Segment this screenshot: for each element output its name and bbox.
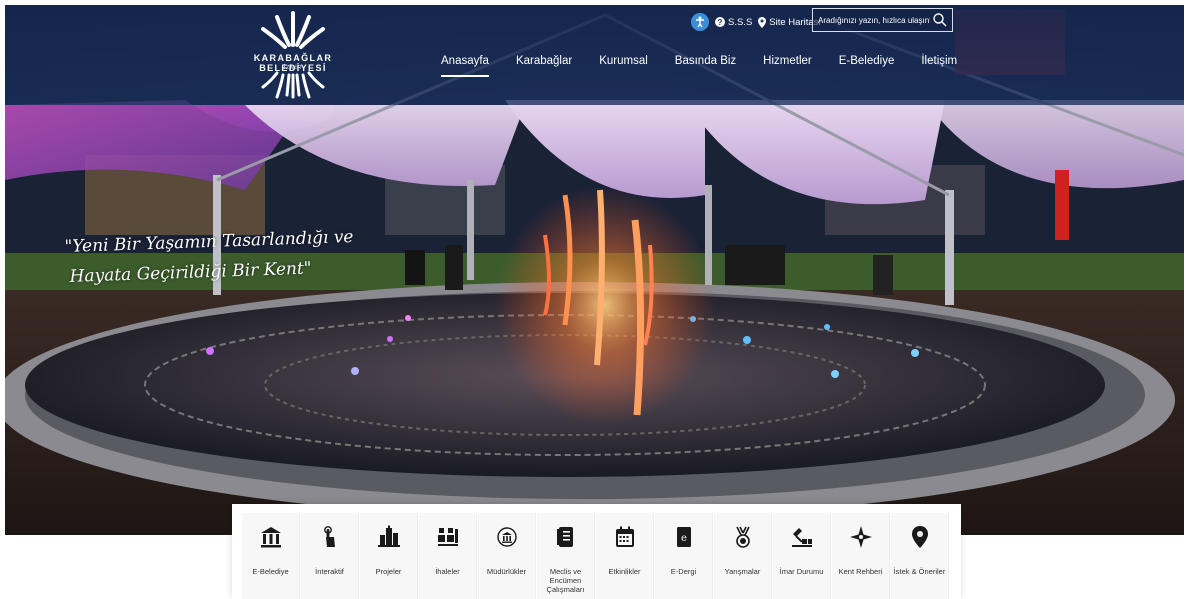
nav-item-e-belediye[interactable]: E-Belediye [839,51,895,77]
quick-link-etkinlikler[interactable]: Etkinlikler [596,513,654,599]
people-icon [437,528,458,546]
nav-item-hizmetler[interactable]: Hizmetler [763,51,812,77]
quick-link-label: Etkinlikler [608,567,641,576]
quick-link-projeler[interactable]: Projeler [360,513,418,599]
svg-text:e: e [681,533,687,544]
quick-link-meclis[interactable]: Meclis ve Encümen Çalışmaları [537,513,595,599]
medal-icon [735,526,750,548]
search-input[interactable] [818,15,930,25]
map-marker-icon [758,16,767,28]
quick-link-label: Yarışmalar [724,567,761,576]
quick-link-mudurlukler[interactable]: Müdürlükler [478,513,536,599]
calendar-icon [615,526,634,547]
quick-link-label: E-Belediye [252,567,289,576]
quick-link-label: Kent Rehberi [838,567,883,576]
accessibility-icon[interactable] [691,13,709,31]
hero-slogan: "Yeni Bir Yaşamın Tasarlandığı ve Hayata… [64,222,355,292]
site-logo[interactable]: KARABAĞLAR BELEDİYESİ İZMİR [233,11,353,101]
hero-banner: KARABAĞLAR BELEDİYESİ İZMİR ? S.S.S Site… [5,5,1184,535]
city-icon [377,525,400,547]
quick-link-interaktif[interactable]: İnteraktif [301,513,359,599]
quick-link-label: Müdürlükler [486,567,527,576]
quick-link-yarismalar[interactable]: Yarışmalar [714,513,772,599]
page: KARABAĞLAR BELEDİYESİ İZMİR ? S.S.S Site… [0,0,1186,599]
quick-link-label: İnteraktif [315,567,344,576]
quick-link-kent-rehberi[interactable]: Kent Rehberi [832,513,890,599]
construction-icon [791,528,812,547]
quick-link-label: İstek & Öneriler [893,567,946,576]
faq-label: S.S.S [728,16,753,28]
quick-link-imar-durumu[interactable]: İmar Durumu [773,513,831,599]
quick-link-istek-oneriler[interactable]: İstek & Öneriler [891,513,949,599]
quick-link-label: İhaleler [435,567,460,576]
question-circle-icon: ? [715,17,725,27]
quick-link-label: E-Dergi [670,567,697,576]
quick-links-bar: E-Belediye İnteraktif Projeler İhaleler … [232,504,961,599]
utility-bar: ? S.S.S Site Haritası [691,12,821,32]
search-box [812,8,953,32]
faq-link[interactable]: ? S.S.S [715,17,752,28]
building-icon [260,527,281,548]
quick-link-ihaleler[interactable]: İhaleler [419,513,477,599]
nav-item-anasayfa[interactable]: Anasayfa [441,51,489,77]
quick-link-label: Meclis ve Encümen Çalışmaları [546,567,585,594]
nav-item-iletisim[interactable]: İletişim [921,51,957,77]
document-icon [556,527,573,547]
touch-icon [323,526,335,547]
department-icon [496,527,517,547]
quick-link-e-belediye[interactable]: E-Belediye [242,513,300,599]
search-icon[interactable] [932,12,948,28]
nav-item-basinda-biz[interactable]: Basında Biz [675,51,736,77]
map-pin-icon [911,526,928,548]
main-nav: Anasayfa Karabağlar Kurumsal Basında Biz… [441,51,957,77]
nav-item-karabaglar[interactable]: Karabağlar [516,51,572,77]
quick-link-label: İmar Durumu [779,567,824,576]
logo-subtitle: İZMİR [283,65,303,71]
nav-item-kurumsal[interactable]: Kurumsal [599,51,648,77]
header-bar: KARABAĞLAR BELEDİYESİ İZMİR ? S.S.S Site… [5,5,1184,105]
quick-link-e-dergi[interactable]: e E-Dergi [655,513,713,599]
magazine-icon: e [676,527,691,547]
quick-link-label: Projeler [375,567,402,576]
compass-icon [849,526,872,548]
